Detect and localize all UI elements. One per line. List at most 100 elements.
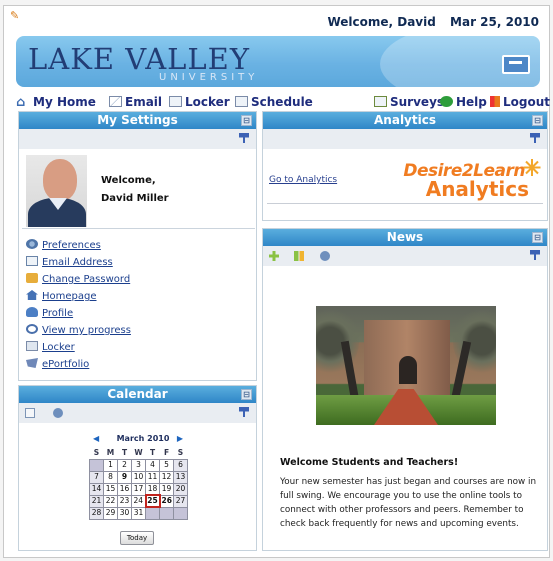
edit-icon[interactable]: ✎ [10,10,20,21]
calendar-day[interactable]: 1 [103,458,118,472]
nav-surveys[interactable]: Surveys [374,95,444,109]
nav-my-home-label: My Home [33,95,96,109]
news-settings-icon[interactable] [320,251,330,261]
calendar-day[interactable]: 11 [145,470,160,484]
nav-email[interactable]: Email [109,95,162,109]
analytics-panel: Analytics ⊟ Go to Analytics Desire2Learn … [262,111,548,221]
calendar-day[interactable]: 9 [117,470,132,484]
view-progress-label: View my progress [42,325,131,336]
calendar-day[interactable]: 24 [131,494,146,508]
my-settings-toolbar [19,129,256,149]
pin-icon[interactable] [530,133,540,143]
calendar-day[interactable]: 2 [117,458,132,472]
calendar-day[interactable]: 26 [159,494,174,508]
calendar-day[interactable]: 18 [145,482,160,496]
eportfolio-icon [26,358,38,368]
nav-help-label: Help [456,95,487,109]
pin-icon[interactable] [239,407,249,417]
nav-surveys-label: Surveys [390,95,445,109]
weekday-sunday: S [93,448,100,458]
locker-link[interactable]: Locker [26,340,253,357]
nav-help[interactable]: Help [440,95,487,109]
news-headline: Welcome Students and Teachers! [280,457,459,468]
calendar-day[interactable]: 21 [89,494,104,508]
calendar-settings-icon[interactable] [53,408,63,418]
locker-label: Locker [42,342,75,353]
help-icon [440,96,453,107]
homepage-icon [26,290,38,300]
user-name: David Miller [101,193,169,204]
calendar-icon [235,96,248,107]
calendar-day[interactable]: 10 [131,470,146,484]
sort-news-icon[interactable] [294,251,304,261]
calendar-week: 123456 [89,458,188,472]
profile-link[interactable]: Profile [26,306,253,323]
minimize-icon[interactable]: ⊟ [241,115,252,126]
calendar-day-today[interactable]: 25 [144,494,161,508]
calendar-week: 14 15 16 17 18 19 20 [89,482,188,496]
welcome-label: Welcome, [101,175,156,186]
view-progress-link[interactable]: View my progress [26,323,253,340]
calendar-day[interactable]: 3 [131,458,146,472]
weekday-friday: F [163,448,170,458]
calendar-day[interactable]: 17 [131,482,146,496]
weekday-saturday: S [177,448,184,458]
calendar-day[interactable]: 27 [173,494,188,508]
calendar-day-blank [89,458,104,472]
calendar-day[interactable]: 19 [159,482,174,496]
nav-my-home[interactable]: ⌂ My Home [16,95,96,110]
minimize-icon[interactable]: ⊟ [532,232,543,243]
welcome-user-text: Welcome, David [327,15,436,29]
calendar-day[interactable]: 12 [159,470,174,484]
logout-icon [490,96,500,107]
pin-icon[interactable] [239,133,249,143]
university-logo: LAKE VALLEY [28,42,251,76]
nav-schedule[interactable]: Schedule [235,95,313,109]
calendar-day[interactable]: 30 [117,506,132,520]
month-label: March 2010 [116,434,170,443]
calendar-view-icon[interactable] [25,408,35,418]
calendar-day[interactable]: 23 [117,494,132,508]
email-icon [109,96,122,107]
calendar-day[interactable]: 15 [103,482,118,496]
calendar-day[interactable]: 7 [89,470,104,484]
calendar-day[interactable]: 20 [173,482,188,496]
add-news-icon[interactable] [269,251,279,261]
next-month-icon[interactable]: ▶ [177,434,183,443]
id-card-icon[interactable] [502,55,530,74]
nav-logout[interactable]: Logout [490,95,550,109]
homepage-label: Homepage [42,291,97,302]
calendar-day[interactable]: 8 [103,470,118,484]
avatar-head [43,159,77,201]
previous-month-icon[interactable]: ◀ [93,434,99,443]
calendar-day[interactable]: 13 [173,470,188,484]
calendar-day[interactable]: 14 [89,482,104,496]
desire2learn-logo-icon [523,159,541,176]
minimize-icon[interactable]: ⊟ [241,389,252,400]
minimize-icon[interactable]: ⊟ [532,115,543,126]
avatar [26,155,87,227]
today-button[interactable]: Today [120,531,154,545]
email-address-link[interactable]: Email Address [26,255,253,272]
calendar-day[interactable]: 22 [103,494,118,508]
news-header: News ⊟ [263,229,547,246]
calendar-day[interactable]: 5 [159,458,174,472]
eportfolio-link[interactable]: ePortfolio [26,357,253,374]
nav-locker[interactable]: Locker [169,95,230,109]
change-password-link[interactable]: Change Password [26,272,253,289]
nav-locker-label: Locker [185,95,230,109]
calendar-day[interactable]: 4 [145,458,160,472]
nav-email-label: Email [125,95,163,109]
weekday-row: S M T W T F S [90,448,188,459]
pin-icon[interactable] [530,250,540,260]
calendar-day[interactable]: 31 [131,506,146,520]
calendar-day[interactable]: 6 [173,458,188,472]
calendar-day[interactable]: 16 [117,482,132,496]
calendar-day[interactable]: 28 [89,506,104,520]
homepage-link[interactable]: Homepage [26,289,253,306]
survey-icon [374,96,387,107]
mini-calendar: S M T W T F S 123456 7 8 9 10 11 12 13 14 15 16 1… [89,448,188,520]
go-to-analytics-link[interactable]: Go to Analytics [269,175,337,185]
preferences-link[interactable]: Preferences [26,238,253,255]
calendar-day[interactable]: 29 [103,506,118,520]
